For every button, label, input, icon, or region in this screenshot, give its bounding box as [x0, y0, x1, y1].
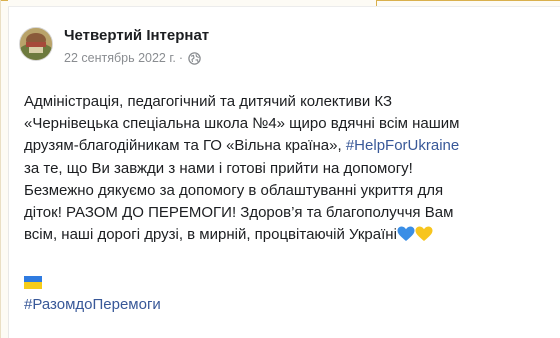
- ukraine-flag-icon: [433, 228, 451, 241]
- post-line: #РазомдоПеремоги: [24, 294, 560, 316]
- frame-line: [0, 0, 1, 338]
- post-meta: 22 сентябрь 2022 г. ·: [64, 51, 201, 68]
- post-line: діток! РАЗОМ ДО ПЕРЕМОГИ! Здоров’я та бл…: [24, 204, 454, 222]
- post-line: друзям-благодійникам та ГО «Вільна країн…: [24, 135, 560, 157]
- post-card: Четвертий Інтернат 22 сентябрь 2022 г. · …: [8, 6, 560, 338]
- post-line: [24, 249, 560, 271]
- blue-heart-icon: [397, 226, 415, 249]
- post-line: за те, що Ви завжди з нами і готові прий…: [24, 159, 413, 177]
- post-date[interactable]: 22 сентябрь 2022 г.: [64, 51, 176, 65]
- post-text: Адміністрація, педагогічний та дитячий к…: [24, 91, 560, 316]
- avatar-image-icon: [20, 28, 52, 60]
- ukraine-flag-icon: [24, 275, 42, 289]
- post-line-text: всім, наші дорогі друзі, в мирній, процв…: [24, 226, 397, 244]
- post-line: Адміністрація, педагогічний та дитячий к…: [24, 93, 393, 110]
- avatar[interactable]: [19, 27, 53, 61]
- hashtag-link[interactable]: #HelpForUkraine: [346, 137, 459, 154]
- meta-separator: ·: [178, 51, 184, 65]
- post-line: всім, наші дорогі друзі, в мирній, процв…: [24, 224, 560, 249]
- frame-line: [376, 0, 560, 1]
- post-author[interactable]: Четвертий Інтернат: [64, 27, 209, 44]
- post-line-text: друзям-благодійникам та ГО «Вільна країн…: [24, 137, 342, 155]
- hashtag-link[interactable]: #РазомдоПеремоги: [24, 296, 161, 313]
- globe-icon[interactable]: [188, 52, 201, 68]
- ukraine-flag-icon: [24, 253, 42, 266]
- post-line: Безмежно дякуємо за допомогу в облаштува…: [24, 181, 444, 199]
- yellow-heart-icon: [415, 226, 433, 249]
- frame-line: [0, 0, 8, 1]
- post-line: «Чернівецька спеціальна школа №4» щиро в…: [24, 115, 460, 133]
